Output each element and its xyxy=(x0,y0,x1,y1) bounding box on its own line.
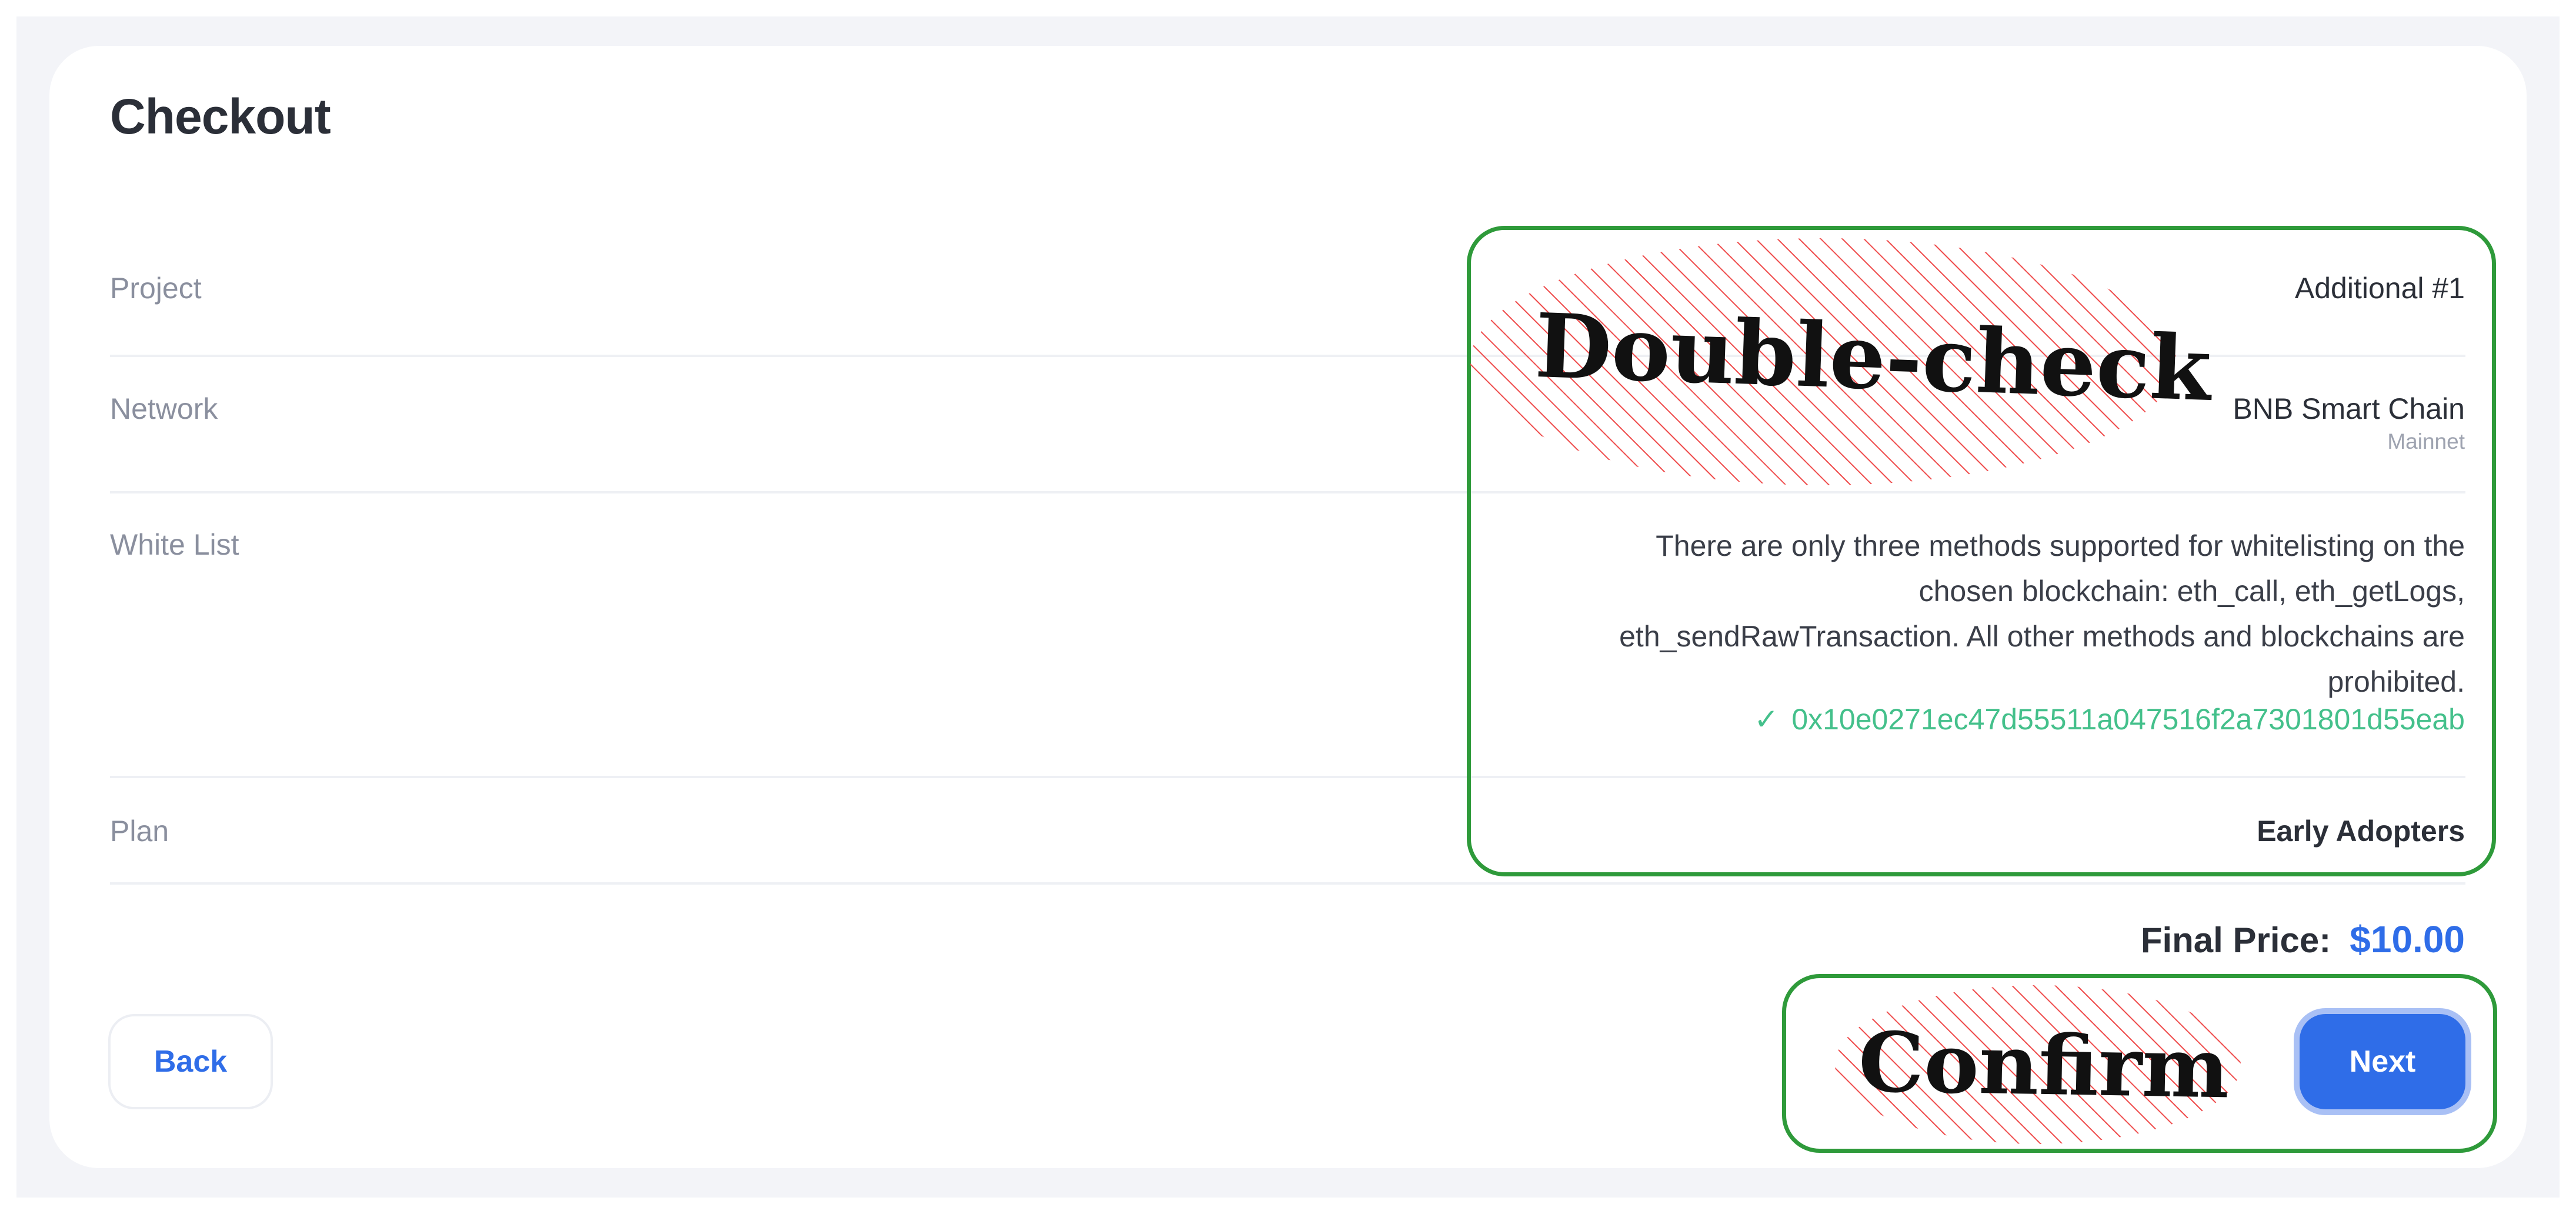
plan-label: Plan xyxy=(110,815,169,848)
final-price: Final Price: $10.00 xyxy=(2141,918,2465,961)
final-price-amount: $10.00 xyxy=(2350,918,2465,960)
page-title: Checkout xyxy=(110,89,331,144)
final-price-label: Final Price: xyxy=(2140,920,2331,960)
divider xyxy=(110,882,2465,885)
back-button[interactable]: Back xyxy=(108,1014,273,1109)
whitelist-label: White List xyxy=(110,528,239,561)
annotation-text-bottom: Confirm xyxy=(1857,1014,2230,1118)
project-label: Project xyxy=(110,272,202,305)
network-label: Network xyxy=(110,392,218,425)
